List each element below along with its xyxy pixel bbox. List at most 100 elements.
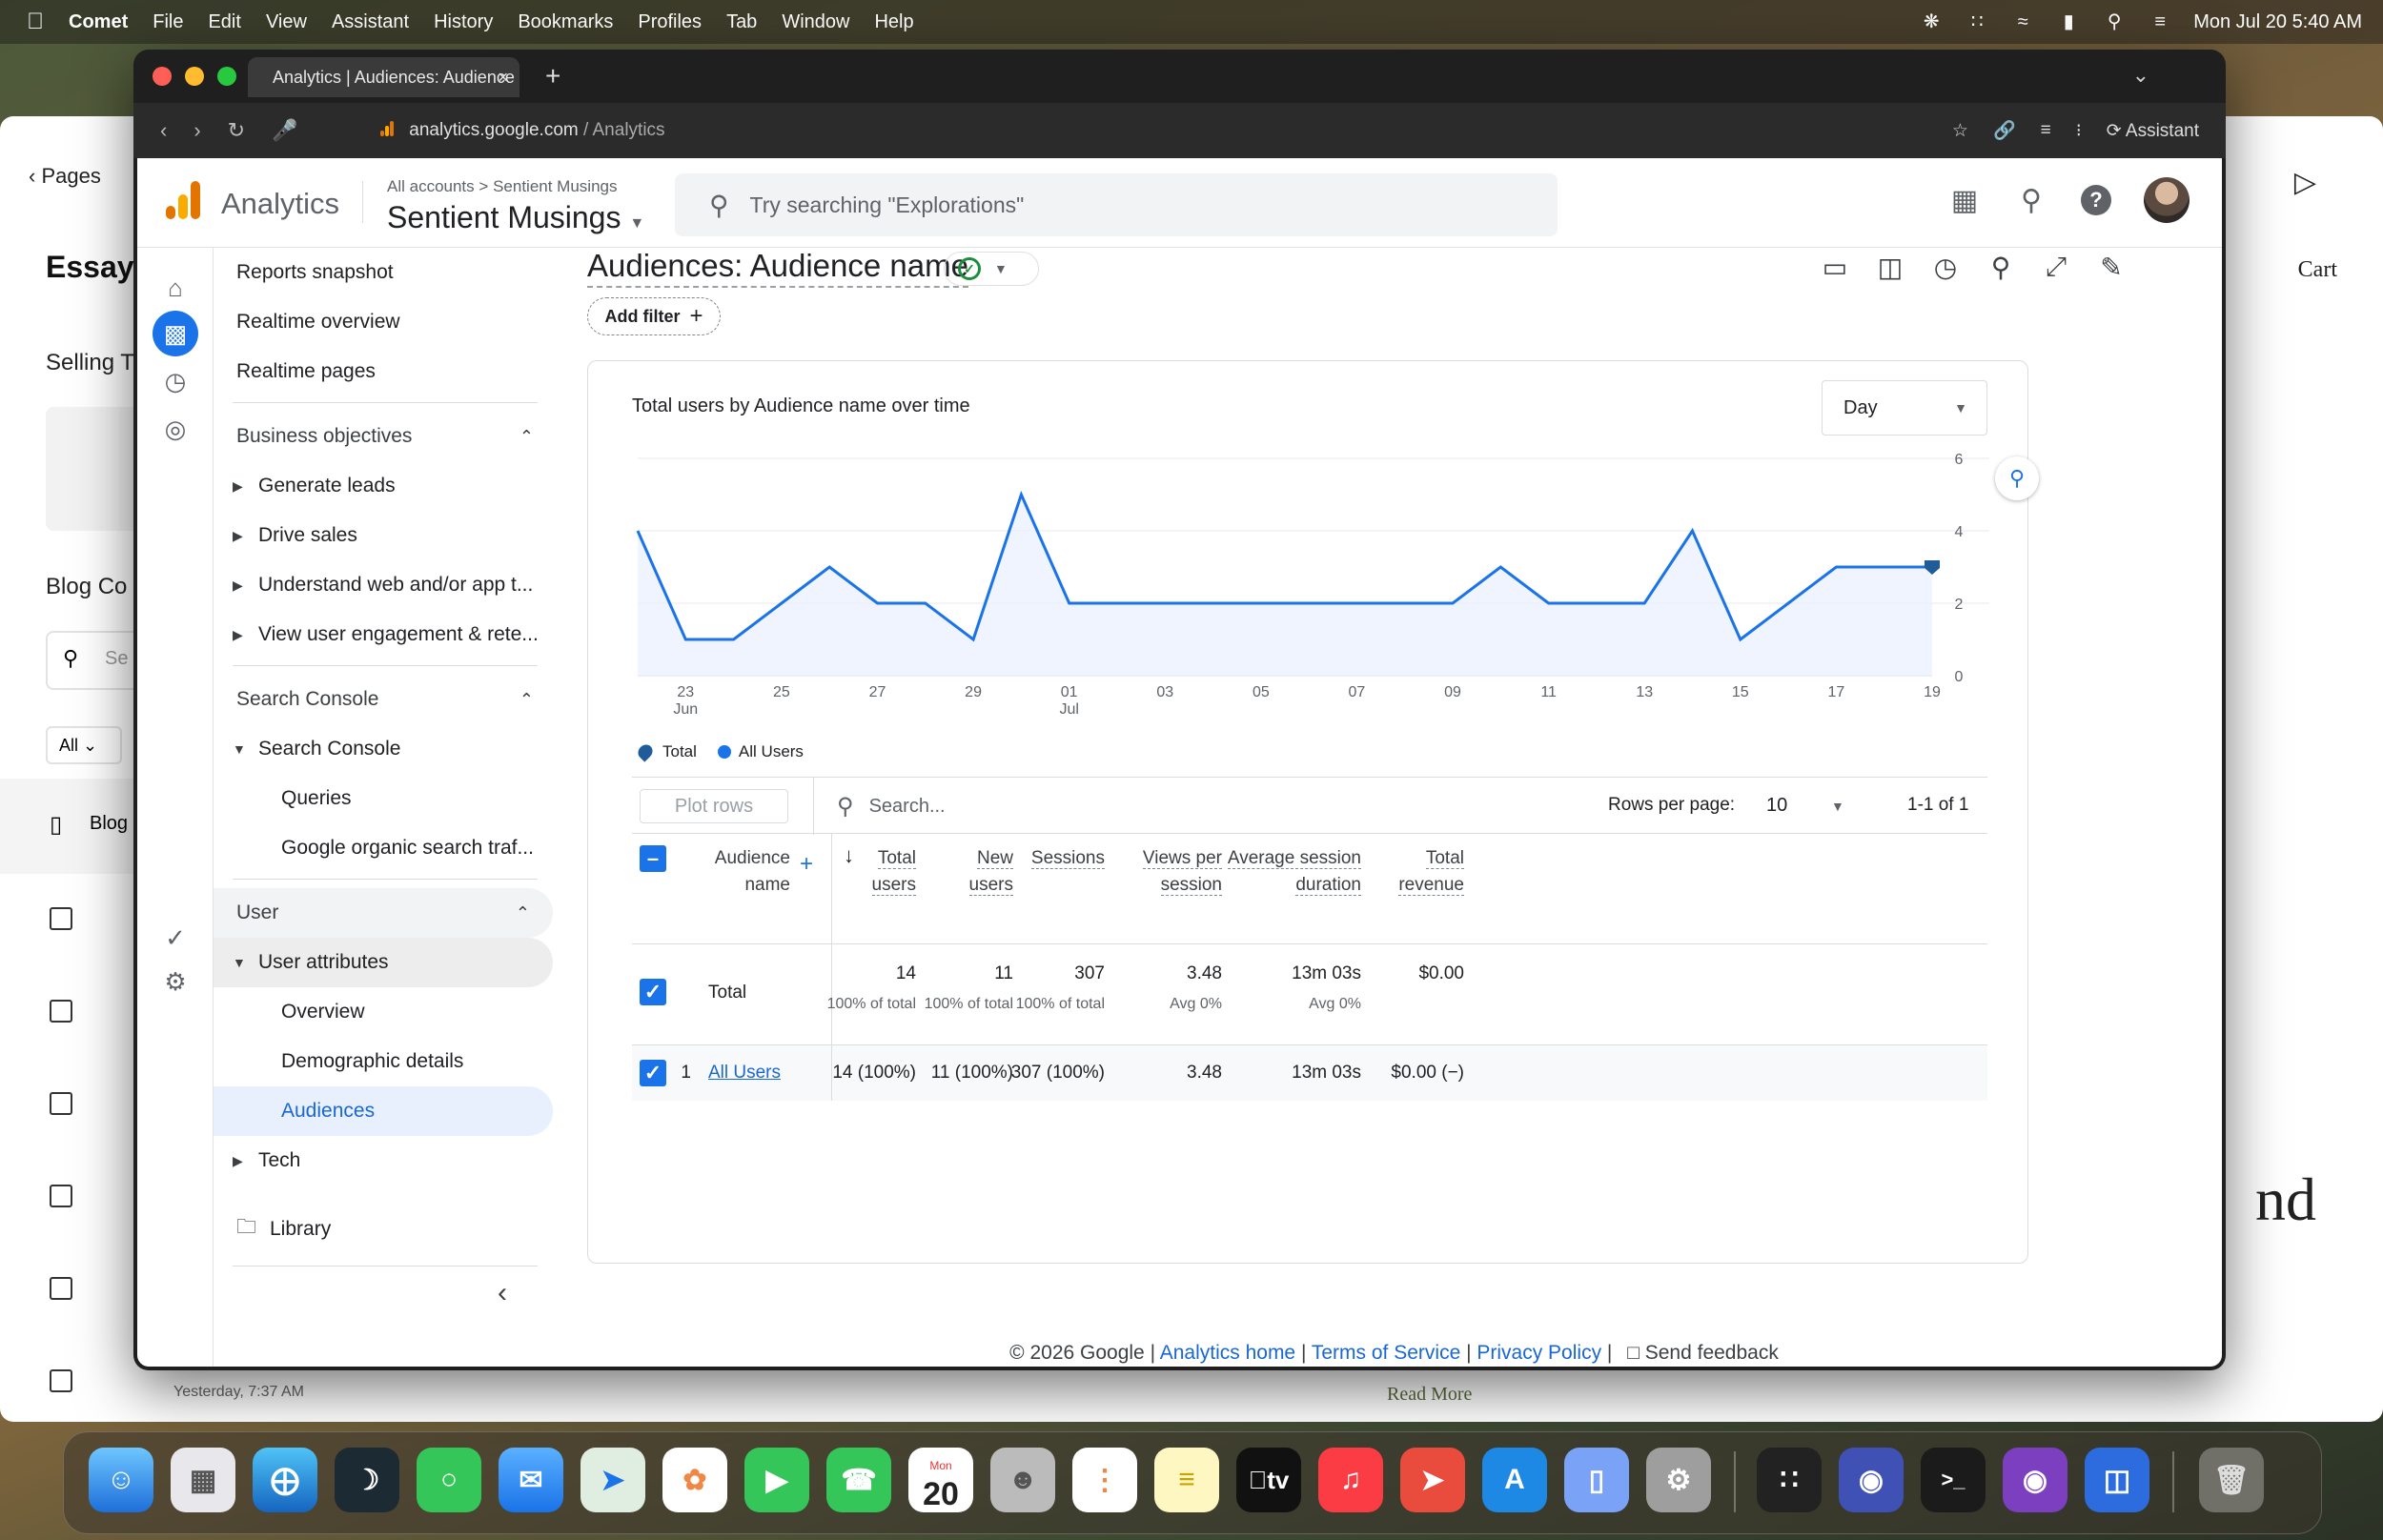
nav-overview[interactable]: Overview	[214, 987, 557, 1037]
header-views-per-session[interactable]: Views per session	[1105, 845, 1222, 899]
row-checkbox[interactable]	[50, 907, 72, 930]
launchpad-icon[interactable]: ▦	[171, 1448, 235, 1512]
comet-icon[interactable]: ☽	[335, 1448, 399, 1512]
link-icon[interactable]: 🔗	[1993, 119, 2016, 142]
nav-library[interactable]: 🗀 Library	[214, 1205, 557, 1254]
compare-icon[interactable]: ◫	[1875, 252, 1905, 283]
app-grid-icon[interactable]: ∷	[1757, 1448, 1822, 1512]
add-dimension-plus-icon[interactable]: +	[800, 851, 813, 878]
row-checkbox[interactable]: ✓	[640, 1060, 666, 1086]
messages-icon[interactable]: ○	[417, 1448, 481, 1512]
close-window-button[interactable]	[153, 67, 172, 86]
clock[interactable]: Mon Jul 20 5:40 AM	[2193, 11, 2362, 33]
github-icon[interactable]: ◉	[2003, 1448, 2067, 1512]
legend-total[interactable]: Total	[635, 741, 697, 762]
header-audience-name[interactable]: Audience name	[699, 845, 790, 899]
report-status-badge[interactable]: ✓ ▼	[944, 252, 1039, 286]
row-checkbox[interactable]	[50, 1277, 72, 1300]
property-selector[interactable]: Sentient Musings ▼	[387, 200, 644, 235]
nav-audiences[interactable]: Audiences	[214, 1086, 553, 1136]
app-store-icon[interactable]: A	[1482, 1448, 1547, 1512]
menu-window[interactable]: Window	[782, 11, 849, 33]
audio-icon[interactable]: ⁝	[2076, 120, 2082, 142]
search-icon[interactable]: ⚲	[2102, 12, 2127, 31]
menu-assistant[interactable]: Assistant	[332, 11, 409, 33]
facetime-icon[interactable]: ▶	[744, 1448, 809, 1512]
home-icon[interactable]: ⌂	[153, 265, 198, 311]
add-filter-button[interactable]: Add filter +	[587, 297, 721, 335]
mail-icon[interactable]: ✉	[499, 1448, 563, 1512]
menu-tab[interactable]: Tab	[726, 11, 757, 33]
nav-user-engagement[interactable]: ▶ View user engagement & rete...	[214, 610, 557, 659]
phone-icon[interactable]: ☎	[826, 1448, 891, 1512]
legend-all-users[interactable]: All Users	[717, 742, 804, 761]
nav-realtime-overview[interactable]: Realtime overview	[214, 297, 557, 347]
nav-search-console[interactable]: ▼ Search Console	[214, 724, 557, 774]
battery-icon[interactable]: ▮	[2056, 12, 2081, 31]
menu-view[interactable]: View	[266, 11, 307, 33]
terminal-icon[interactable]: >_	[1921, 1448, 1986, 1512]
reminders-icon[interactable]: ⋮	[1072, 1448, 1137, 1512]
rocket-icon[interactable]: ➤	[1400, 1448, 1465, 1512]
header-new-users[interactable]: New users	[918, 845, 1013, 899]
back-icon[interactable]: ‹	[160, 118, 167, 143]
trash-icon[interactable]: 🗑	[2199, 1448, 2264, 1512]
annotation-icon[interactable]: ▭	[1820, 252, 1850, 283]
total-row-checkbox[interactable]: ✓	[640, 979, 666, 1005]
analytics-logo-icon[interactable]	[164, 179, 202, 221]
zoom-window-button[interactable]	[217, 67, 236, 86]
account-breadcrumb[interactable]: All accounts > Sentient Musings	[387, 177, 617, 196]
header-total-revenue[interactable]: Total revenue	[1362, 845, 1464, 899]
trend-icon[interactable]: ⤢	[2041, 252, 2071, 283]
contacts-icon[interactable]: ☻	[990, 1448, 1055, 1512]
minimize-window-button[interactable]	[185, 67, 204, 86]
tv-app-icon[interactable]: tv	[1236, 1448, 1301, 1512]
edit-pencil-icon[interactable]: ✎	[2096, 252, 2127, 283]
new-tab-icon[interactable]: +	[545, 61, 560, 91]
menu-app-name[interactable]: Comet	[69, 11, 128, 33]
browser-tab[interactable]: Analytics | Audiences: Audience name ×	[248, 57, 519, 97]
nav-generate-leads[interactable]: ▶ Generate leads	[214, 461, 557, 511]
help-icon[interactable]: ?	[2081, 185, 2111, 215]
database-icon[interactable]: ◫	[2085, 1448, 2149, 1512]
reload-icon[interactable]: ↻	[228, 118, 245, 143]
header-total-users[interactable]: Total users	[823, 845, 916, 899]
terms-link[interactable]: Terms of Service	[1312, 1342, 1460, 1364]
safari-icon[interactable]: ⨁	[253, 1448, 317, 1512]
bookmark-star-icon[interactable]: ☆	[1952, 120, 1968, 142]
nav-section-search-console[interactable]: Search Console ⌃	[214, 675, 557, 724]
nav-tech[interactable]: ▶ Tech	[214, 1136, 557, 1185]
close-tab-icon[interactable]: ×	[498, 68, 508, 88]
play-icon[interactable]: ▷	[2294, 166, 2316, 199]
cart-link[interactable]: Cart	[2298, 257, 2337, 283]
search-insights-icon[interactable]: ⚲	[2014, 184, 2048, 217]
openai-icon[interactable]: ❋	[1919, 12, 1944, 31]
audience-link[interactable]: All Users	[708, 1063, 781, 1084]
menu-profiles[interactable]: Profiles	[638, 11, 702, 33]
row-checkbox[interactable]	[50, 1369, 72, 1392]
maps-icon[interactable]: ➤	[580, 1448, 645, 1512]
apple-icon[interactable]: 	[27, 9, 44, 35]
chat-app-icon[interactable]: ◉	[1839, 1448, 1904, 1512]
simulator-icon[interactable]: ▯	[1564, 1448, 1629, 1512]
row-checkbox[interactable]	[50, 1000, 72, 1023]
system-settings-icon[interactable]: ⚙	[1646, 1448, 1711, 1512]
advertising-icon[interactable]: ◎	[153, 406, 198, 452]
explore-icon[interactable]: ◷	[153, 358, 198, 404]
wifi-icon[interactable]: ≈	[2010, 12, 2035, 31]
row-checkbox[interactable]	[50, 1185, 72, 1207]
menu-help[interactable]: Help	[874, 11, 913, 33]
select-all-checkbox[interactable]: –	[640, 845, 666, 872]
nav-understand-traffic[interactable]: ▶ Understand web and/or app t...	[214, 560, 557, 610]
apps-grid-icon[interactable]: ▦	[1947, 184, 1982, 217]
forward-icon[interactable]: ›	[193, 118, 200, 143]
back-link[interactable]: ‹ Pages	[29, 164, 101, 189]
notes-icon[interactable]: ≡	[1154, 1448, 1219, 1512]
nav-google-organic[interactable]: Google organic search traf...	[214, 823, 557, 873]
avatar[interactable]	[2144, 177, 2190, 223]
menu-history[interactable]: History	[434, 11, 493, 33]
reports-icon[interactable]: ▩	[153, 311, 198, 356]
privacy-link[interactable]: Privacy Policy	[1477, 1342, 1601, 1364]
menu-edit[interactable]: Edit	[208, 11, 240, 33]
header-avg-session-duration[interactable]: Average session duration	[1223, 845, 1361, 899]
